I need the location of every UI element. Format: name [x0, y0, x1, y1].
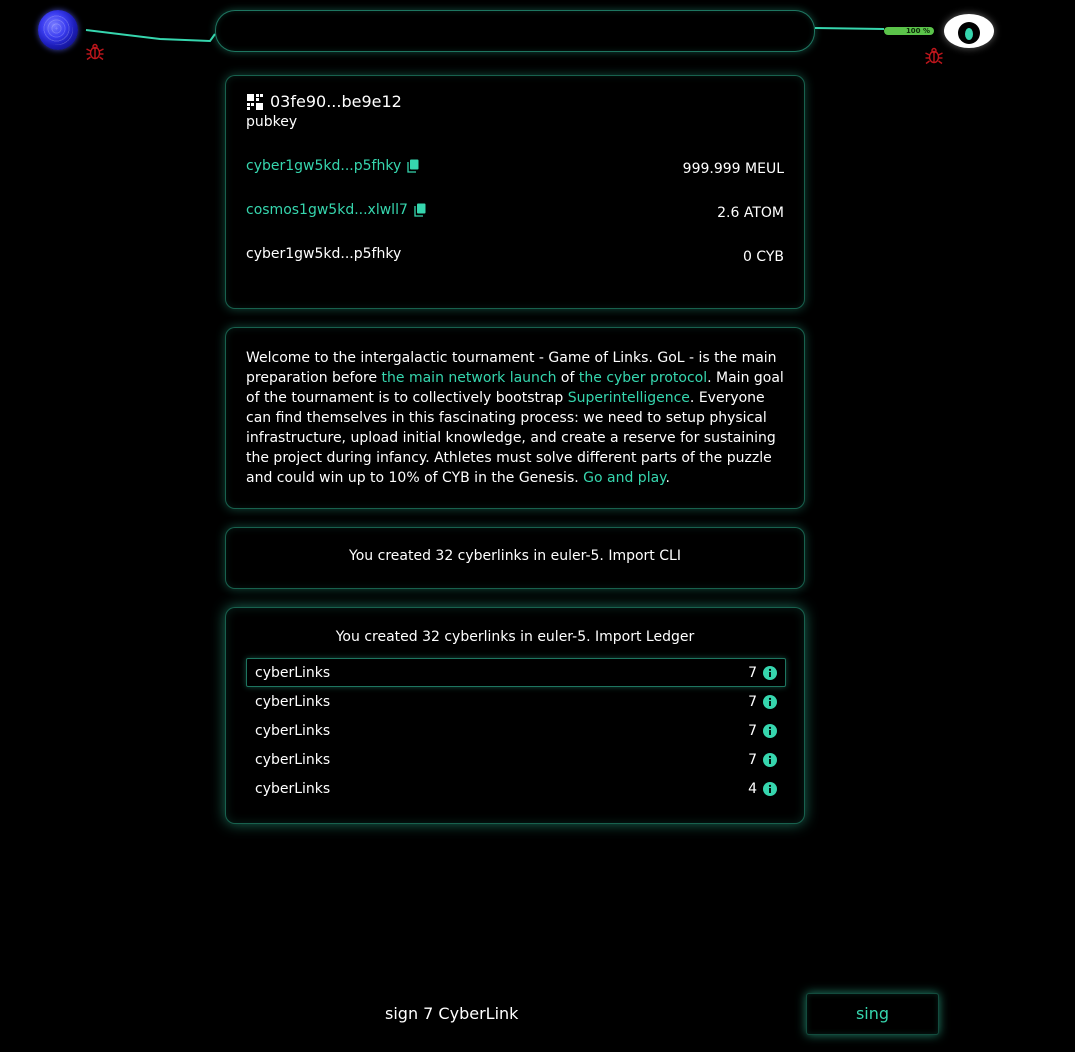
eye-icon	[958, 22, 980, 44]
list-item-count: 7	[748, 751, 757, 768]
search-input[interactable]	[215, 10, 815, 52]
welcome-text-part: .	[665, 470, 670, 486]
list-item[interactable]: cyberLinks 7	[246, 658, 786, 687]
superintelligence-link[interactable]: Superintelligence	[568, 390, 690, 406]
bug-icon[interactable]	[924, 46, 944, 66]
pubkey-row: 03fe90...be9e12	[246, 92, 402, 111]
list-item-count: 7	[748, 664, 757, 681]
battery-indicator: 100 %	[884, 27, 934, 35]
list-item[interactable]: cyberLinks 4	[246, 774, 786, 803]
copy-icon[interactable]	[414, 203, 426, 217]
list-item-label: cyberLinks	[255, 693, 331, 710]
welcome-text-part: of	[556, 370, 579, 386]
info-icon[interactable]	[763, 723, 777, 738]
cosmos-address-link[interactable]: cosmos1gw5kd...xlwll7	[246, 202, 408, 218]
address-row: cyber1gw5kd...p5fhky 999.999 MEUL	[246, 155, 784, 177]
import-cli-text: You created 32 cyberlinks in euler-5. Im…	[349, 548, 681, 564]
list-item-count: 4	[748, 780, 757, 797]
welcome-card: Welcome to the intergalactic tournament …	[225, 327, 805, 509]
balance: 2.6 ATOM	[717, 205, 784, 221]
import-ledger-title: You created 32 cyberlinks in euler-5. Im…	[335, 629, 695, 645]
cyberlinks-list: cyberLinks 7 cyberLinks 7 cyberLinks 7 c…	[246, 658, 786, 803]
cyber-protocol-link[interactable]: the cyber protocol	[579, 370, 707, 386]
import-cli-card: You created 32 cyberlinks in euler-5. Im…	[225, 527, 805, 589]
info-icon[interactable]	[763, 752, 777, 767]
list-item-label: cyberLinks	[255, 780, 331, 797]
cyber-logo-icon[interactable]	[38, 10, 78, 50]
info-icon[interactable]	[763, 781, 777, 796]
pubkey-value: 03fe90...be9e12	[270, 92, 402, 111]
address-row: cosmos1gw5kd...xlwll7 2.6 ATOM	[246, 199, 784, 221]
list-item-count: 7	[748, 693, 757, 710]
list-item[interactable]: cyberLinks 7	[246, 745, 786, 774]
copy-icon[interactable]	[407, 159, 419, 173]
main-network-launch-link[interactable]: the main network launch	[382, 370, 557, 386]
import-ledger-card: You created 32 cyberlinks in euler-5. Im…	[225, 607, 805, 824]
address-row: cyber1gw5kd...p5fhky 0 CYB	[246, 243, 784, 265]
list-item[interactable]: cyberLinks 7	[246, 687, 786, 716]
welcome-text: Welcome to the intergalactic tournament …	[246, 348, 788, 488]
list-item-label: cyberLinks	[255, 751, 331, 768]
go-and-play-link[interactable]: Go and play	[583, 470, 665, 486]
bug-icon[interactable]	[85, 42, 105, 62]
sign-button[interactable]: sing	[806, 993, 939, 1035]
eye-button[interactable]	[944, 14, 994, 48]
list-item-count: 7	[748, 722, 757, 739]
list-item[interactable]: cyberLinks 7	[246, 716, 786, 745]
info-icon[interactable]	[763, 694, 777, 709]
list-item-label: cyberLinks	[255, 722, 331, 739]
profile-card: 03fe90...be9e12 pubkey cyber1gw5kd...p5f…	[225, 75, 805, 309]
sign-status-text: sign 7 CyberLink	[385, 1004, 519, 1023]
cyber-address: cyber1gw5kd...p5fhky	[246, 246, 402, 262]
top-bar: 100 %	[0, 0, 1075, 70]
pubkey-label: pubkey	[246, 114, 298, 130]
cyber-address-link[interactable]: cyber1gw5kd...p5fhky	[246, 158, 401, 174]
balance: 999.999 MEUL	[682, 161, 784, 177]
info-icon[interactable]	[763, 665, 777, 680]
list-item-label: cyberLinks	[255, 664, 331, 681]
key-blocks-icon	[247, 93, 263, 110]
balance: 0 CYB	[742, 249, 784, 265]
